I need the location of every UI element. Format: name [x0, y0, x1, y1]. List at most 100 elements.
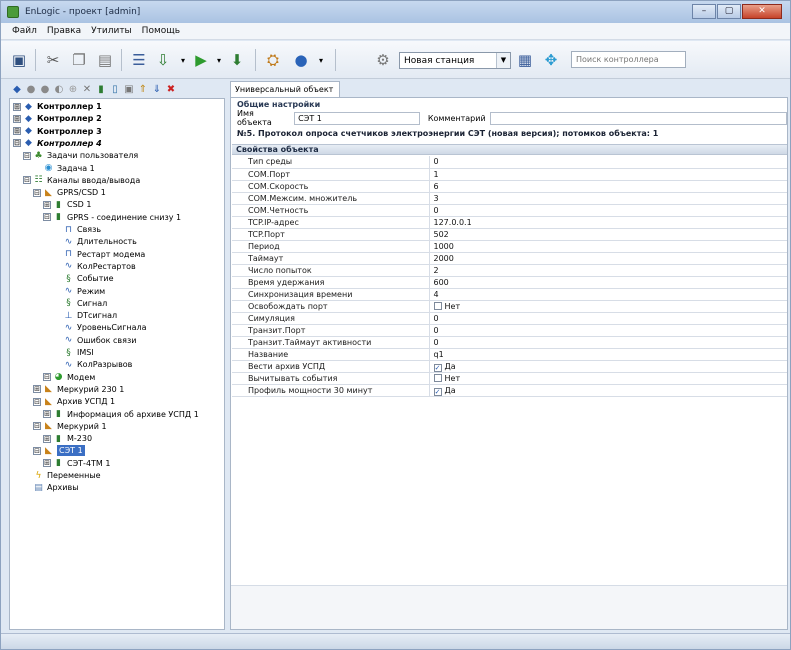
menu-utilities[interactable]: Утилиты	[86, 26, 137, 36]
property-value[interactable]: 0	[429, 204, 787, 217]
tree-item[interactable]: ⊞ ▮ СЭТ-4ТМ 1	[43, 458, 110, 469]
tree-item[interactable]: ⊟ ◣ GPRS/CSD 1	[33, 187, 106, 198]
property-row[interactable]: Синхронизация времени 4	[232, 288, 787, 301]
property-value[interactable]: q1	[429, 348, 787, 361]
stop-icon[interactable]: ●	[39, 84, 51, 96]
property-row[interactable]: Название q1	[232, 348, 787, 361]
settings-icon[interactable]: ⛭	[263, 50, 283, 70]
tree-item[interactable]: ∿ КолРазрывов	[53, 359, 133, 370]
module-icon[interactable]: ▮	[95, 84, 107, 96]
collapse-icon[interactable]: ⊟	[43, 213, 51, 222]
move-down-icon[interactable]: ⇓	[151, 84, 163, 96]
tree-item[interactable]: ⊟ ▮ GPRS - соединение снизу 1	[43, 212, 181, 223]
property-value[interactable]: 0	[429, 336, 787, 349]
property-value[interactable]: 600	[429, 276, 787, 289]
move-up-icon[interactable]: ⇑	[137, 84, 149, 96]
menu-edit[interactable]: Правка	[42, 26, 86, 36]
tree-item[interactable]: ⊟ ◣ Меркурий 1	[33, 421, 107, 432]
property-row[interactable]: TCP.IP-адрес 127.0.0.1	[232, 216, 787, 229]
expand-icon[interactable]: ⊞	[33, 385, 41, 394]
tree-item[interactable]: ⊞ ▮ Информация об архиве УСПД 1	[43, 409, 199, 420]
title-bar[interactable]: EnLogic - проект [admin] – ▢ ✕	[1, 1, 790, 23]
tree-add-icon[interactable]: ⇩	[153, 50, 173, 70]
expand-icon[interactable]: ⊞	[43, 200, 51, 209]
tree-item[interactable]: § IMSI	[53, 347, 93, 358]
copy-node-icon[interactable]: ▯	[109, 84, 121, 96]
property-row[interactable]: COM.Межсим. множитель 3	[232, 192, 787, 205]
collapse-icon[interactable]: ⊟	[43, 373, 51, 382]
menu-file[interactable]: Файл	[7, 26, 42, 36]
tree-item[interactable]: ∿ Режим	[53, 286, 105, 297]
tree-item[interactable]: ∿ УровеньСигнала	[53, 322, 147, 333]
close-button[interactable]: ✕	[742, 4, 782, 19]
tree-item[interactable]: ⊞ ◆ Контроллер 3	[13, 126, 102, 137]
link-icon[interactable]: ⊕	[67, 84, 79, 96]
expand-icon[interactable]: ⊞	[43, 459, 51, 468]
tree-item[interactable]: ∿ КолРестартов	[53, 261, 136, 272]
collapse-icon[interactable]: ⊟	[33, 188, 41, 197]
property-row[interactable]: Вести архив УСПД ✓ Да	[232, 360, 787, 373]
tree-item[interactable]: ⊟ ◕ Модем	[43, 372, 95, 383]
collapse-icon[interactable]: ⊟	[33, 397, 41, 406]
pause-icon[interactable]: ◐	[53, 84, 65, 96]
tree-item[interactable]: ⊞ ◣ Меркурий 230 1	[33, 384, 124, 395]
property-value[interactable]: 0	[429, 312, 787, 325]
tree-item[interactable]: ⊟ ◣ Архив УСПД 1	[33, 396, 115, 407]
tree-item[interactable]: ϟ Переменные	[23, 470, 101, 481]
tree-item[interactable]: ⊟ ◣ СЭТ 1	[33, 445, 85, 457]
station-select[interactable]: Новая станция ▼	[399, 52, 511, 69]
save-icon[interactable]: ▣	[9, 50, 29, 70]
property-row[interactable]: Период 1000	[232, 240, 787, 253]
chevron-down-icon[interactable]: ▼	[496, 53, 510, 68]
unlink-icon[interactable]: ✕	[81, 84, 93, 96]
property-value[interactable]: 4	[429, 288, 787, 301]
property-value[interactable]: 6	[429, 180, 787, 193]
collapse-icon[interactable]: ⊟	[23, 151, 31, 160]
list-icon[interactable]: ☰	[129, 50, 149, 70]
tree-item[interactable]: ⊞ ▮ CSD 1	[43, 199, 91, 210]
property-value[interactable]: 0	[429, 324, 787, 337]
property-row[interactable]: TCP.Порт 502	[232, 228, 787, 241]
collapse-icon[interactable]: ⊟	[23, 176, 31, 185]
property-row[interactable]: Профиль мощности 30 минут ✓ Да	[232, 384, 787, 397]
tree-item[interactable]: ⊞ ◆ Контроллер 1	[13, 101, 102, 112]
tree-item[interactable]: § Событие	[53, 273, 113, 284]
paste-icon[interactable]: ▤	[95, 50, 115, 70]
property-row[interactable]: COM.Порт 1	[232, 168, 787, 181]
tree-item[interactable]: ⊓ Рестарт модема	[53, 249, 145, 260]
property-value[interactable]: 1	[429, 168, 787, 181]
tree-item[interactable]: ⊟ ◆ Контроллер 4	[13, 138, 102, 149]
tree-item[interactable]: ∿ Длительность	[53, 236, 137, 247]
expand-icon[interactable]: ⊞	[43, 410, 51, 418]
property-row[interactable]: Таймаут 2000	[232, 252, 787, 265]
property-row[interactable]: Транзит.Таймаут активности 0	[232, 336, 787, 349]
tree-item[interactable]: ⊟ ♣ Задачи пользователя	[23, 150, 138, 161]
station-list-icon[interactable]: ▦	[515, 50, 535, 70]
object-tree[interactable]: ⊞ ◆ Контроллер 1 ⊞ ◆ Контроллер 2 ⊞ ◆ Контроллер…	[9, 98, 225, 630]
comment-input[interactable]	[489, 111, 787, 125]
cut-icon[interactable]: ✂	[43, 50, 63, 70]
collapse-icon[interactable]: ⊟	[33, 446, 41, 455]
property-row[interactable]: Число попыток 2	[232, 264, 787, 277]
expand-icon[interactable]: ⊞	[13, 114, 21, 123]
expand-icon[interactable]: ⊞	[43, 434, 51, 443]
network-icon[interactable]: ✥	[541, 50, 561, 70]
search-controller-input[interactable]	[571, 51, 686, 68]
property-value[interactable]: 0	[429, 156, 787, 169]
property-row[interactable]: COM.Четность 0	[232, 204, 787, 217]
tab-universal-object[interactable]: Универсальный объект	[230, 81, 340, 97]
property-value[interactable]: Нет	[429, 372, 787, 385]
property-value[interactable]: ✓ Да	[429, 360, 787, 373]
property-value[interactable]: 2	[429, 264, 787, 277]
chevron-down-icon[interactable]: ▾	[209, 50, 229, 70]
property-row[interactable]: Тип среды 0	[232, 156, 787, 169]
connect-icon[interactable]: ●	[291, 50, 311, 70]
checkbox-unchecked-icon[interactable]	[433, 301, 442, 310]
maximize-button[interactable]: ▢	[717, 4, 741, 19]
tree-item[interactable]: ⊟ ☷ Каналы ввода/вывода	[23, 175, 140, 186]
tree-item[interactable]: ⊞ ◆ Контроллер 2	[13, 113, 102, 124]
print-icon[interactable]: ▣	[123, 84, 135, 96]
download-icon[interactable]: ⬇	[227, 50, 247, 70]
chevron-down-icon[interactable]: ▾	[173, 50, 193, 70]
expand-icon[interactable]: ⊞	[13, 127, 21, 136]
